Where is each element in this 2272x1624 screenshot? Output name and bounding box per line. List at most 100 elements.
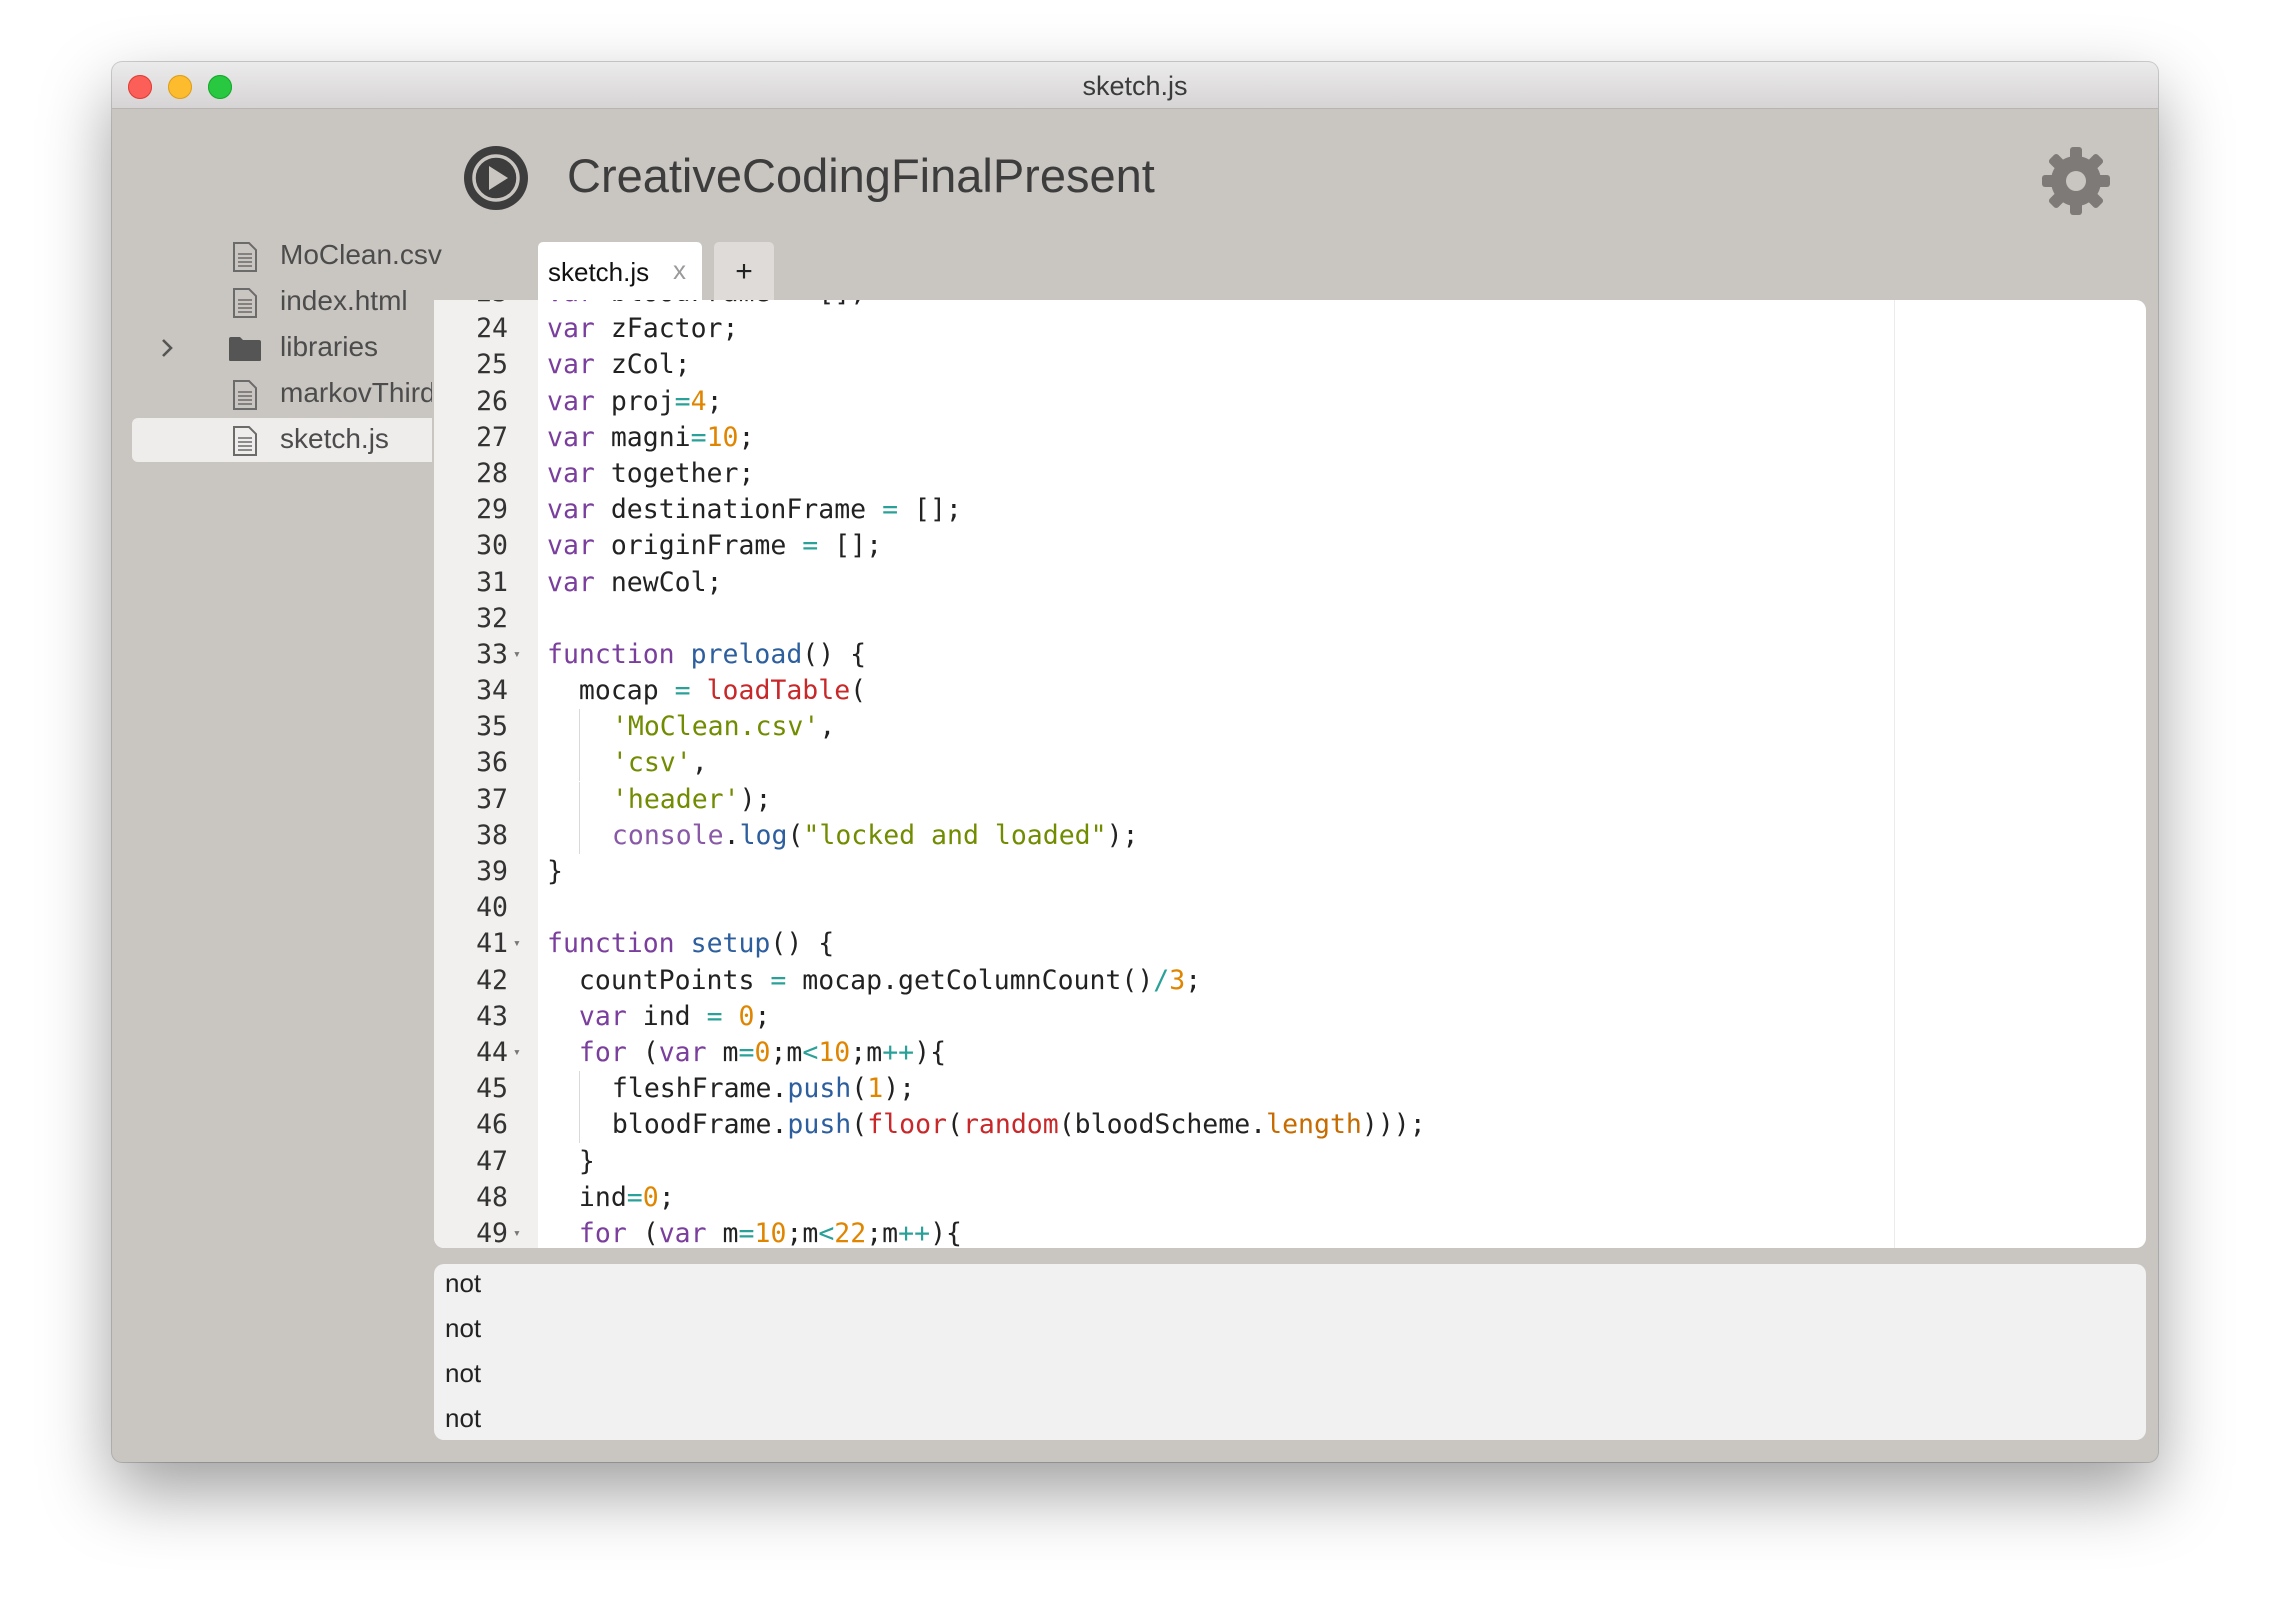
code-line[interactable]: 38 console.log("locked and loaded"); bbox=[434, 817, 2146, 854]
code-text: var destinationFrame = []; bbox=[547, 494, 962, 526]
code-text: function preload() { bbox=[547, 638, 867, 670]
line-number: 45 bbox=[476, 1073, 508, 1105]
code-line[interactable]: 36 'csv', bbox=[434, 745, 2146, 782]
line-number: 43 bbox=[476, 1000, 508, 1032]
line-number: 23 bbox=[434, 300, 508, 311]
file-icon bbox=[233, 380, 257, 410]
code-line[interactable]: 49 ▾ for (var m=10;m<22;m++){ bbox=[434, 1216, 2146, 1248]
code-line[interactable]: 46 bloodFrame.push(floor(random(bloodSch… bbox=[434, 1107, 2146, 1144]
tree-item-label: libraries bbox=[280, 331, 379, 362]
code-lines[interactable]: 23 var bloodFrame = []; 24 var zFactor; 25 va… bbox=[434, 300, 2146, 1248]
code-text: 'MoClean.csv', bbox=[547, 709, 835, 746]
code-text: mocap = loadTable( bbox=[547, 675, 867, 707]
code-line[interactable]: 31 var newCol; bbox=[434, 565, 2146, 601]
tab-label: sketch.js bbox=[548, 257, 650, 287]
code-line[interactable]: 33 ▾ function preload() { bbox=[434, 637, 2146, 673]
code-line[interactable]: 34 mocap = loadTable( bbox=[434, 673, 2146, 709]
line-number: 36 bbox=[476, 747, 508, 779]
code-line[interactable]: 24 var zFactor; bbox=[434, 311, 2146, 347]
line-number: 34 bbox=[476, 675, 508, 707]
code-line[interactable]: 40 bbox=[434, 890, 2146, 926]
tree-item-libraries[interactable]: libraries bbox=[132, 326, 432, 370]
code-editor[interactable]: 23 var bloodFrame = []; 24 var zFactor; 25 va… bbox=[434, 300, 2146, 1248]
line-number: 48 bbox=[476, 1181, 508, 1213]
code-line[interactable]: 27 var magni=10; bbox=[434, 420, 2146, 456]
line-number: 42 bbox=[476, 964, 508, 996]
code-line[interactable]: 39} bbox=[434, 854, 2146, 890]
code-text: var originFrame = []; bbox=[547, 530, 883, 562]
code-text: var proj=4; bbox=[547, 385, 723, 417]
line-number: 39 bbox=[476, 856, 508, 887]
line-number: 28 bbox=[476, 457, 508, 489]
line-number: 33 bbox=[476, 638, 508, 670]
line-number: 46 bbox=[476, 1109, 508, 1141]
code-line[interactable]: 26 var proj=4; bbox=[434, 384, 2146, 420]
console-panel: not not not not bbox=[434, 1264, 2146, 1440]
folder-icon bbox=[229, 337, 261, 361]
code-line[interactable]: 35 'MoClean.csv', bbox=[434, 709, 2146, 746]
code-line[interactable]: 23 var bloodFrame = []; bbox=[434, 300, 2146, 311]
code-line[interactable]: 32 bbox=[434, 601, 2146, 637]
fold-arrow-icon[interactable]: ▾ bbox=[513, 637, 521, 673]
line-number: 32 bbox=[476, 602, 508, 634]
code-line[interactable]: 29 var destinationFrame = []; bbox=[434, 492, 2146, 528]
tree-item-index-html[interactable]: index.html bbox=[132, 280, 432, 324]
code-line[interactable]: 47 } bbox=[434, 1144, 2146, 1180]
add-tab-button[interactable]: + bbox=[714, 242, 774, 300]
code-text: var together; bbox=[547, 457, 755, 489]
project-title[interactable]: CreativeCodingFinalPresent bbox=[567, 148, 1155, 203]
code-line[interactable]: 43 var ind = 0; bbox=[434, 999, 2146, 1035]
line-number: 29 bbox=[476, 494, 508, 526]
line-number: 38 bbox=[476, 819, 508, 851]
window-title: sketch.js bbox=[1082, 71, 1188, 101]
code-line[interactable]: 48 ind=0; bbox=[434, 1180, 2146, 1216]
line-number: 40 bbox=[476, 892, 508, 924]
file-icon bbox=[233, 288, 257, 318]
tab-close-button[interactable]: x bbox=[673, 255, 686, 286]
console-line: not bbox=[445, 1403, 482, 1433]
code-text: ind=0; bbox=[547, 1181, 675, 1213]
fold-arrow-icon[interactable]: ▾ bbox=[513, 926, 521, 962]
line-number: 44 bbox=[476, 1036, 508, 1068]
line-number: 41 bbox=[476, 928, 508, 960]
tree-item-label: sketch.js bbox=[280, 423, 389, 454]
code-line[interactable]: 45 fleshFrame.push(1); bbox=[434, 1071, 2146, 1108]
code-line[interactable]: 42 countPoints = mocap.getColumnCount()/… bbox=[434, 963, 2146, 999]
code-text: console.log("locked and loaded"); bbox=[547, 817, 1138, 854]
tab-sketch-js[interactable]: sketch.js x bbox=[538, 242, 702, 300]
fold-arrow-icon[interactable]: ▾ bbox=[513, 1216, 521, 1248]
line-number: 24 bbox=[476, 313, 508, 345]
code-text: 'csv', bbox=[547, 745, 708, 782]
code-line[interactable]: 30 var originFrame = []; bbox=[434, 528, 2146, 564]
app-window: sketch.js CreativeCodingFinalPresent MoC… bbox=[112, 62, 2158, 1462]
code-text: var ind = 0; bbox=[578, 1000, 771, 1032]
line-number: 27 bbox=[476, 421, 508, 453]
code-text: for (var m=10;m<22;m++){ bbox=[578, 1217, 962, 1248]
code-text: bloodFrame.push(floor(random(bloodScheme… bbox=[547, 1107, 1426, 1144]
code-line[interactable]: 25 var zCol; bbox=[434, 347, 2146, 383]
line-number: 30 bbox=[476, 530, 508, 562]
console-line: not bbox=[445, 1268, 482, 1298]
code-line[interactable]: 28 var together; bbox=[434, 456, 2146, 492]
code-text: } bbox=[547, 1145, 595, 1177]
code-text: var magni=10; bbox=[547, 421, 755, 453]
console-line: not bbox=[445, 1313, 482, 1343]
code-line[interactable]: 44 ▾ for (var m=0;m<10;m++){ bbox=[434, 1035, 2146, 1071]
code-text: var newCol; bbox=[547, 566, 723, 598]
code-line[interactable]: 41 ▾ function setup() { bbox=[434, 926, 2146, 962]
tree-item-sketch-js[interactable]: sketch.js bbox=[132, 418, 432, 462]
code-text: 'header'); bbox=[547, 781, 771, 818]
play-icon[interactable] bbox=[462, 144, 530, 212]
line-number: 26 bbox=[476, 385, 508, 417]
gear-icon[interactable] bbox=[2041, 146, 2111, 216]
code-text: function setup() { bbox=[547, 928, 835, 960]
code-text: countPoints = mocap.getColumnCount()/3; bbox=[547, 964, 1202, 996]
tree-item-markovthird-js[interactable]: markovThird.js bbox=[132, 372, 432, 416]
tree-item-moclean-csv[interactable]: MoClean.csv bbox=[132, 234, 442, 278]
code-line[interactable]: 37 'header'); bbox=[434, 781, 2146, 818]
tree-item-label: index.html bbox=[280, 285, 408, 316]
chevron-right-icon[interactable] bbox=[160, 337, 174, 359]
fold-arrow-icon[interactable]: ▾ bbox=[513, 1035, 521, 1071]
line-number: 25 bbox=[476, 349, 508, 381]
file-icon bbox=[233, 242, 257, 272]
